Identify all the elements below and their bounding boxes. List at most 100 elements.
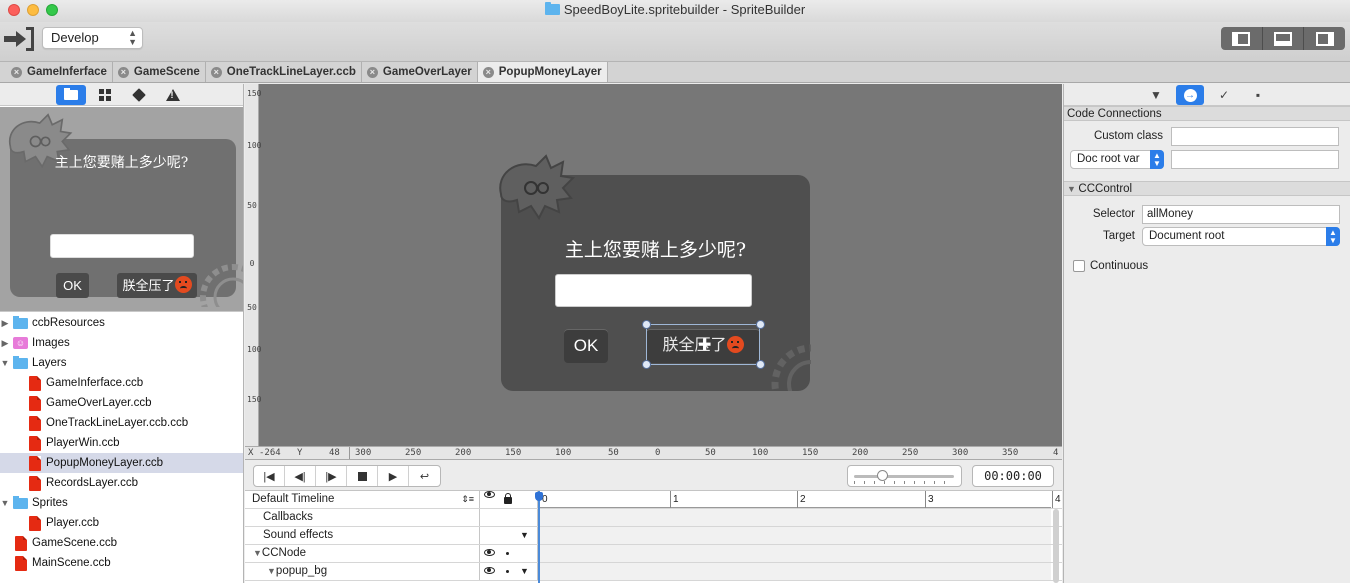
zoom-knob[interactable]	[877, 470, 888, 481]
tree-item-playerwin-ccb[interactable]: PlayerWin.ccb	[0, 433, 243, 453]
tab-gameoverlayer[interactable]: × GameOverLayer	[361, 62, 478, 82]
resize-handle-bottom-right[interactable]	[756, 360, 765, 369]
tab-file-browser[interactable]	[55, 85, 86, 105]
doc-root-var-select[interactable]: Doc root var ▲ ▼	[1070, 150, 1164, 169]
disclosure-icon[interactable]: ▶	[0, 313, 10, 333]
disclosure-icon[interactable]: ▼	[0, 353, 10, 373]
step-forward-button[interactable]: |▶	[316, 466, 347, 486]
tree-item-images[interactable]: ▶ ☺ Images	[0, 333, 243, 353]
amount-input[interactable]	[555, 274, 752, 307]
dropdown-arrow-icon[interactable]: ▼	[520, 527, 529, 544]
lock-toggle-icon[interactable]	[506, 570, 509, 573]
ruler-tick-label: 250	[405, 448, 422, 458]
stop-button[interactable]	[347, 466, 378, 486]
doc-root-var-field[interactable]	[1171, 150, 1339, 169]
left-panel-toggle[interactable]	[1221, 27, 1263, 50]
skip-to-start-button[interactable]: |◀	[254, 466, 285, 486]
disclosure-icon[interactable]: ▼	[1067, 184, 1078, 194]
callbacks-track[interactable]	[539, 509, 1051, 526]
close-tab-icon[interactable]: ×	[11, 66, 22, 78]
tree-item-gamescene-ccb[interactable]: GameScene.ccb	[0, 533, 243, 553]
toolbar: Develop ▲ ▼	[0, 22, 1350, 62]
timeline-row-sound-effects[interactable]: Sound effects ▼	[245, 527, 1062, 545]
publish-button[interactable]	[4, 27, 34, 51]
lock-toggle-icon[interactable]	[506, 552, 509, 555]
ruler-tick-label: 0	[655, 448, 661, 458]
code-connections-header: Code Connections	[1064, 106, 1350, 121]
tab-templates[interactable]: ▪	[1244, 85, 1272, 105]
disclosure-icon[interactable]: ▼	[267, 566, 276, 576]
tree-item-popupmoneylayer-ccb[interactable]: PopupMoneyLayer.ccb	[0, 453, 243, 473]
right-panel-toggle[interactable]	[1304, 27, 1345, 50]
timeline-scrollbar[interactable]	[1053, 509, 1059, 583]
timeline: Default Timeline ⇕≡ 0 1 2 3 4 Callbacks …	[245, 491, 1062, 583]
playhead[interactable]	[538, 491, 540, 583]
close-window-button[interactable]	[8, 4, 20, 16]
tab-popupmoneylayer[interactable]: × PopupMoneyLayer	[477, 62, 608, 82]
resize-handle-top-left[interactable]	[642, 320, 651, 329]
dropdown-arrow-icon[interactable]: ▼	[520, 563, 529, 580]
timeline-row-popup-bg[interactable]: ▼popup_bg ▼	[245, 563, 1062, 581]
playhead-handle[interactable]	[535, 492, 543, 501]
tab-resources[interactable]	[90, 85, 120, 105]
disclosure-icon[interactable]: ▶	[0, 333, 10, 353]
anchor-point-icon[interactable]: ✚	[698, 338, 711, 354]
timeline-row-callbacks[interactable]: Callbacks	[245, 509, 1062, 527]
ccnode-track[interactable]	[539, 545, 1051, 562]
x-coordinate-value: -264	[259, 448, 281, 458]
tree-item-recordslayer-ccb[interactable]: RecordsLayer.ccb	[0, 473, 243, 493]
tab-warnings[interactable]	[158, 85, 188, 105]
ok-button[interactable]: OK	[564, 329, 608, 363]
stage-canvas[interactable]: 150 100 50 0 50 100 150 主上您要赌上多少呢? OK 朕全…	[245, 84, 1062, 446]
minimize-window-button[interactable]	[27, 4, 39, 16]
continuous-checkbox[interactable]	[1073, 260, 1085, 272]
tree-item-gameinferface-ccb[interactable]: GameInferface.ccb	[0, 373, 243, 393]
loop-button[interactable]: ↩	[409, 466, 440, 486]
selector-field[interactable]: allMoney	[1142, 205, 1340, 224]
bottom-panel-toggle[interactable]	[1263, 27, 1305, 50]
close-tab-icon[interactable]: ×	[366, 66, 378, 78]
visibility-eye-icon[interactable]	[484, 567, 495, 574]
timeline-row-ccnode[interactable]: ▼CCNode	[245, 545, 1062, 563]
popup-bg-track[interactable]	[539, 563, 1051, 580]
timeline-ruler[interactable]: 0 1 2 3 4	[539, 491, 1061, 508]
close-tab-icon[interactable]: ×	[117, 66, 129, 78]
tree-item-sprites[interactable]: ▼ Sprites	[0, 493, 243, 513]
close-tab-icon[interactable]: ×	[482, 66, 494, 78]
target-select[interactable]: Document root ▲ ▼	[1142, 227, 1340, 246]
zoom-window-button[interactable]	[46, 4, 58, 16]
sound-effects-track[interactable]	[539, 527, 1051, 544]
timeline-mark: 2	[797, 491, 806, 508]
tree-item-label: Images	[32, 337, 70, 349]
tree-item-layers[interactable]: ▼ Layers	[0, 353, 243, 373]
tab-onetracklinelayer[interactable]: × OneTrackLineLayer.ccb	[205, 62, 362, 82]
play-icon: ▶	[388, 470, 398, 483]
timeline-row-label: popup_bg	[275, 565, 328, 577]
tab-gameinferface[interactable]: × GameInferface	[6, 62, 113, 82]
tree-item-mainscene-ccb[interactable]: MainScene.ccb	[0, 553, 243, 573]
timeline-zoom-slider[interactable]	[847, 465, 962, 487]
tab-physics[interactable]: ✓	[1210, 85, 1238, 105]
tab-components[interactable]	[124, 85, 154, 105]
tree-item-ccbresources[interactable]: ▶ ccbResources	[0, 313, 243, 333]
timeline-selector[interactable]: Default Timeline ⇕≡	[245, 491, 480, 508]
tree-item-player-ccb[interactable]: Player.ccb	[0, 513, 243, 533]
tab-node-properties[interactable]: ▼	[1142, 85, 1170, 105]
tree-item-label: RecordsLayer.ccb	[46, 477, 139, 489]
custom-class-field[interactable]	[1171, 127, 1339, 146]
timeline-time-display[interactable]: 00:00:00	[972, 465, 1054, 487]
tree-item-onetracklinelayer-ccb[interactable]: OneTrackLineLayer.ccb.ccb	[0, 413, 243, 433]
tab-code-connections[interactable]: →	[1176, 85, 1204, 105]
resize-handle-bottom-left[interactable]	[642, 360, 651, 369]
play-button[interactable]: ▶	[378, 466, 409, 486]
resize-handle-top-right[interactable]	[756, 320, 765, 329]
step-back-button[interactable]: ◀|	[285, 466, 316, 486]
disclosure-icon[interactable]: ▼	[253, 548, 262, 558]
visibility-eye-icon[interactable]	[484, 549, 495, 556]
close-tab-icon[interactable]: ×	[210, 66, 222, 78]
tab-gamescene[interactable]: × GameScene	[112, 62, 206, 82]
tree-item-gameoverlayer-ccb[interactable]: GameOverLayer.ccb	[0, 393, 243, 413]
folder-icon	[13, 496, 28, 509]
configuration-select[interactable]: Develop ▲ ▼	[42, 27, 143, 49]
disclosure-icon[interactable]: ▼	[0, 493, 10, 513]
